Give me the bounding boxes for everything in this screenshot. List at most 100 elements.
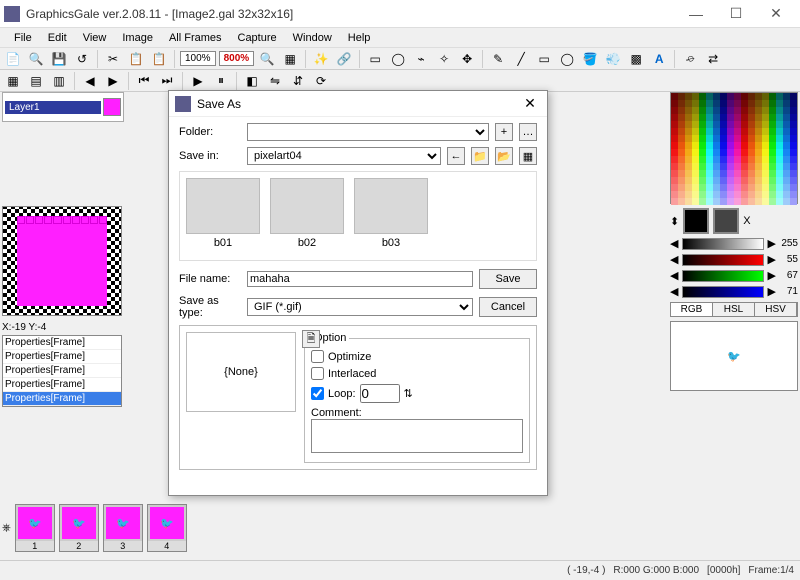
file-item[interactable]: b03 [354,178,428,254]
save-icon[interactable]: 💾 [49,49,69,69]
line-icon[interactable]: ╱ [511,49,531,69]
frame-dup-icon[interactable]: ▦ [3,71,23,91]
frame-item[interactable]: 🐦4 [147,504,187,552]
bg-color[interactable] [713,208,739,234]
wand-icon[interactable]: ✨ [311,49,331,69]
comment-textarea[interactable] [311,419,523,453]
blue-slider[interactable]: ◀▶71 [670,285,798,298]
menu-image[interactable]: Image [114,30,161,46]
onion-icon[interactable]: ◧ [242,71,262,91]
save-button[interactable]: Save [479,269,537,289]
loop-checkbox[interactable] [311,387,324,400]
ellipse-icon[interactable]: ◯ [557,49,577,69]
pencil-icon[interactable]: ✎ [488,49,508,69]
minimize-button[interactable]: — [676,0,716,28]
list-item[interactable]: Properties[Frame] [3,364,121,378]
spray-icon[interactable]: 💨 [603,49,623,69]
list-item[interactable]: Properties[Frame] [3,350,121,364]
first-icon[interactable]: ⏮ [134,71,154,91]
flip-h-icon[interactable]: ⇋ [265,71,285,91]
dialog-close-button[interactable]: ✕ [519,93,541,115]
layer-selected[interactable]: Layer1 [5,101,101,114]
menu-allframes[interactable]: All Frames [161,30,230,46]
tab-rgb[interactable]: RGB [671,303,713,316]
file-item[interactable]: b02 [270,178,344,254]
filename-input[interactable] [247,271,473,287]
frame-opts-icon[interactable]: ▥ [49,71,69,91]
folder-select[interactable] [247,123,489,141]
last-icon[interactable]: ⏭ [157,71,177,91]
play-icon[interactable]: ▶ [188,71,208,91]
revert-icon[interactable]: ↺ [72,49,92,69]
loop-input[interactable] [360,384,400,403]
file-list[interactable]: b01 b02 b03 [179,171,537,261]
frame-del-icon[interactable]: ▤ [26,71,46,91]
color-swatches[interactable] [670,92,798,204]
fill-icon[interactable]: 🪣 [580,49,600,69]
text-icon[interactable]: A [649,49,669,69]
menu-capture[interactable]: Capture [230,30,285,46]
option-browse-icon[interactable]: 🗎 [302,330,320,348]
dither-icon[interactable]: ▩ [626,49,646,69]
savein-label: Save in: [179,150,241,162]
magic-select-icon[interactable]: ✧ [434,49,454,69]
lasso-icon[interactable]: ⌁ [411,49,431,69]
list-item[interactable]: Properties[Frame] [3,336,121,350]
interlaced-checkbox[interactable] [311,367,324,380]
cut-icon[interactable]: ✂ [103,49,123,69]
frame-prev-icon[interactable]: ◀ [80,71,100,91]
new-icon[interactable]: 📄 [3,49,23,69]
frame-next-icon[interactable]: ▶ [103,71,123,91]
open-icon[interactable]: 🔍 [26,49,46,69]
menu-help[interactable]: Help [340,30,379,46]
up-folder-icon[interactable]: 📁 [471,147,489,165]
frame-item[interactable]: 🐦1 [15,504,55,552]
maximize-button[interactable]: ☐ [716,0,756,28]
list-item-selected[interactable]: Properties[Frame] [3,392,121,406]
value-slider[interactable]: ◀▶255 [670,237,798,250]
menu-file[interactable]: File [6,30,40,46]
frames-handle-icon[interactable]: ⎈ [2,522,11,535]
menu-window[interactable]: Window [285,30,340,46]
grid-icon[interactable]: ▦ [280,49,300,69]
pause-icon[interactable]: ⏸ [211,71,231,91]
swap-fgbg-icon[interactable]: ⬍ [670,215,679,228]
flip-v-icon[interactable]: ⇵ [288,71,308,91]
zoom-fit[interactable]: 100% [180,51,216,66]
cancel-button[interactable]: Cancel [479,297,537,317]
paste-icon[interactable]: 📋 [149,49,169,69]
fg-color[interactable] [683,208,709,234]
loop-spinner-icon[interactable]: ⇅ [404,387,413,400]
lock-icon[interactable]: 🔗 [334,49,354,69]
swap-icon[interactable]: ⇄ [703,49,723,69]
move-icon[interactable]: ✥ [457,49,477,69]
menu-view[interactable]: View [75,30,115,46]
filetype-select[interactable]: GIF (*.gif) [247,298,473,316]
view-mode-icon[interactable]: ▦ [519,147,537,165]
frame-item[interactable]: 🐦3 [103,504,143,552]
red-slider[interactable]: ◀▶55 [670,253,798,266]
new-folder-icon[interactable]: 📂 [495,147,513,165]
tab-hsv[interactable]: HSV [755,303,797,316]
rect-icon[interactable]: ▭ [534,49,554,69]
select-ellipse-icon[interactable]: ◯ [388,49,408,69]
eyedrop-icon[interactable]: ⌮ [680,49,700,69]
folder-more-button[interactable]: … [519,123,537,141]
select-rect-icon[interactable]: ▭ [365,49,385,69]
green-slider[interactable]: ◀▶67 [670,269,798,282]
folder-add-button[interactable]: + [495,123,513,141]
optimize-checkbox[interactable] [311,350,324,363]
zoom-in-icon[interactable]: 🔍 [257,49,277,69]
copy-icon[interactable]: 📋 [126,49,146,69]
tab-hsl[interactable]: HSL [713,303,755,316]
savein-select[interactable]: pixelart04 [247,147,441,165]
window-title: GraphicsGale ver.2.08.11 - [Image2.gal 3… [26,7,676,21]
list-item[interactable]: Properties[Frame] [3,378,121,392]
rotate-icon[interactable]: ⟳ [311,71,331,91]
back-icon[interactable]: ← [447,147,465,165]
file-item[interactable]: b01 [186,178,260,254]
close-window-button[interactable]: ✕ [756,0,796,28]
menu-edit[interactable]: Edit [40,30,75,46]
frame-item[interactable]: 🐦2 [59,504,99,552]
zoom-level[interactable]: 800% [219,51,255,66]
